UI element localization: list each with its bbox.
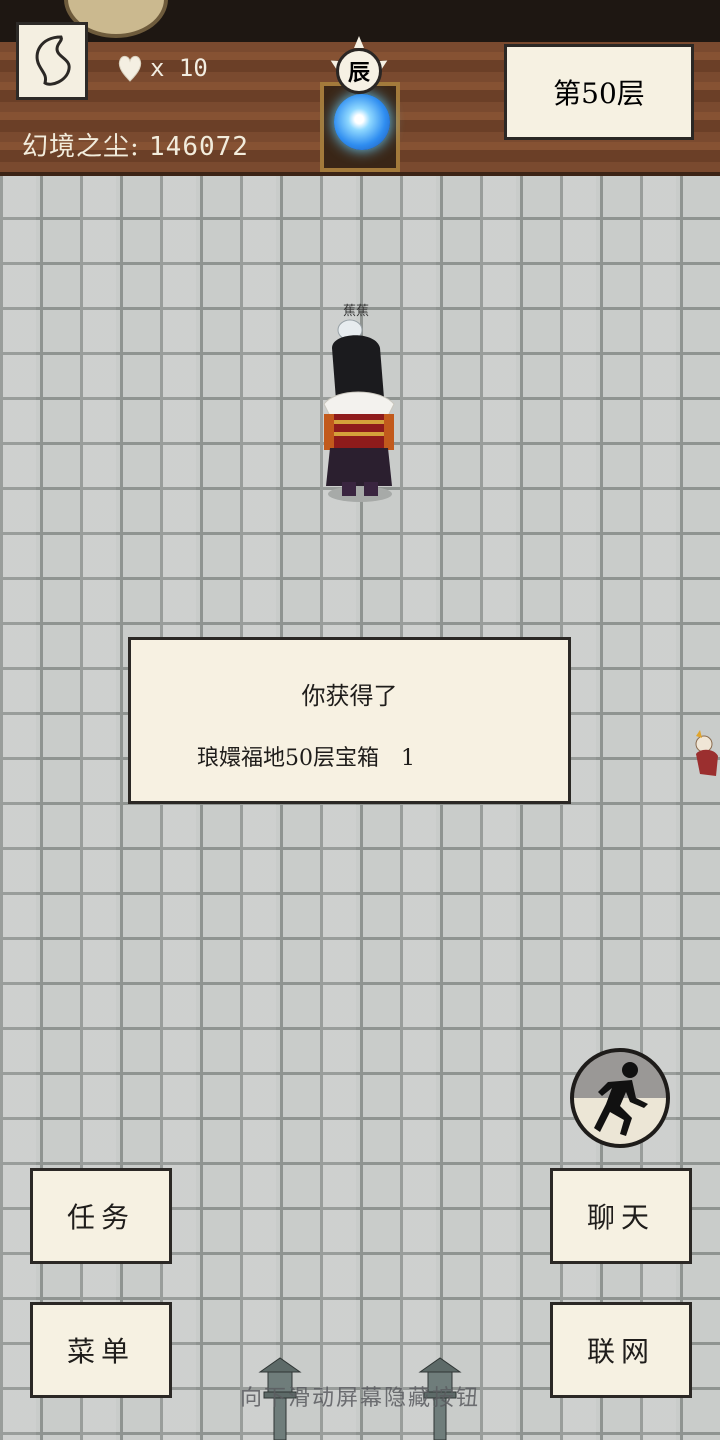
lives-count: x 10: [150, 54, 208, 82]
portal-orb-icon: [334, 94, 390, 150]
zodiac-ray-icon: [354, 36, 364, 48]
back-button[interactable]: [16, 22, 88, 100]
network-label: 联网: [586, 1335, 655, 1368]
teleport-portal[interactable]: [320, 82, 400, 172]
reward-item: 琅嬛福地50层宝箱 1: [197, 740, 415, 772]
menu-label: 菜单: [66, 1335, 135, 1368]
sprint-button[interactable]: [570, 1048, 670, 1148]
zodiac-char: 辰: [347, 60, 370, 86]
dialog-title: 你获得了: [301, 682, 398, 710]
dust-label: 幻境之尘:: [22, 132, 140, 162]
floor-level-badge: 第50层: [504, 44, 694, 140]
top-hud-bar: x 10 幻境之尘: 146072 辰 第50层: [0, 0, 720, 176]
floor-label: 第50层: [553, 77, 645, 110]
chat-button[interactable]: 聊天: [550, 1168, 692, 1264]
back-swirl-icon: [35, 35, 71, 86]
reward-item-qty: 1: [401, 746, 415, 771]
reward-dialog[interactable]: 你获得了 琅嬛福地50层宝箱 1: [128, 637, 571, 804]
heart-icon: [118, 55, 142, 82]
quest-button[interactable]: 任务: [30, 1168, 172, 1264]
player-name: 蕉蕉: [343, 304, 370, 319]
zodiac-badge[interactable]: 辰: [336, 48, 382, 94]
quest-label: 任务: [66, 1201, 135, 1234]
chat-label: 聊天: [586, 1201, 655, 1234]
lives-counter: x 10: [116, 48, 208, 88]
player-character[interactable]: [318, 318, 398, 504]
swipe-hint: 向下滑动屏幕隐藏按钮: [239, 1386, 480, 1411]
dust-value: 146072: [149, 132, 249, 162]
dust-currency: 幻境之尘: 146072: [22, 126, 249, 163]
side-creature[interactable]: [690, 730, 720, 780]
running-man-icon: [594, 1062, 648, 1136]
reward-item-name: 琅嬛福地50层宝箱: [197, 746, 379, 771]
